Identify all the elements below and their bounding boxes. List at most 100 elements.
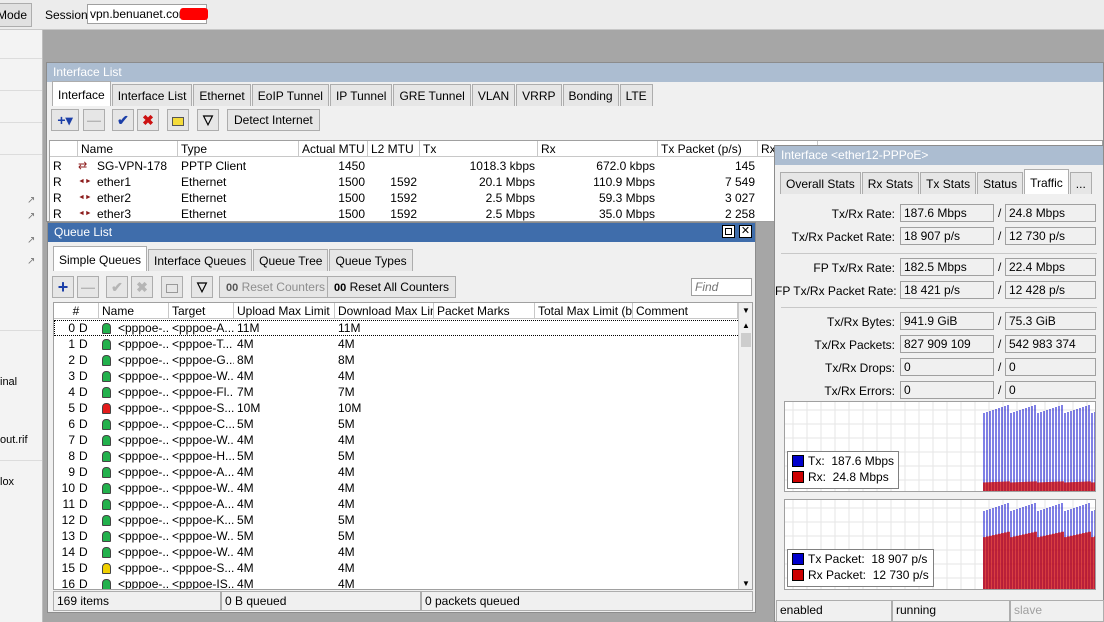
queue-column-header[interactable]: Target [169,303,234,319]
queue-column-header[interactable]: Total Max Limit (bi... [535,303,633,319]
add-queue-button[interactable]: + [52,276,74,298]
interface-list-tab[interactable]: VRRP [516,84,562,106]
menu-item-checkout[interactable]: out.rif [0,434,42,446]
upload-max-limit: 7M [237,385,254,399]
interface-list-tab[interactable]: GRE Tunnel [393,84,471,106]
queue-list-tab[interactable]: Simple Queues [53,246,148,271]
interface-detail-tab[interactable]: Status [977,172,1024,194]
remove-button[interactable]: — [83,109,105,131]
queue-row[interactable]: 13 D <pppoe-... <pppoe-W... 5M 5M [54,528,740,544]
queue-list-tab[interactable]: Queue Types [329,249,413,271]
filter-queue-button[interactable]: ▽ [191,276,213,298]
tx-stat-value: 0 [900,358,994,376]
interface-list-tab[interactable]: Interface List [111,84,193,106]
close-icon[interactable]: ✕ [739,225,752,238]
tx-color-swatch [792,553,804,565]
queue-column-header[interactable]: Name [99,303,169,319]
flag-column-header[interactable] [50,141,78,157]
queue-number: 4 [68,385,75,399]
queue-row[interactable]: 1 D <pppoe-... <pppoe-T... 4M 4M [54,336,740,352]
queue-row[interactable]: 5 D <pppoe-... <pppoe-S... 10M 10M [54,400,740,416]
interface-detail-tab[interactable]: Rx Stats [861,172,920,194]
column-header[interactable]: Tx Packet (p/s) [658,141,758,157]
queue-row[interactable]: 0 D <pppoe-... <pppoe-A... 11M 11M [54,320,740,336]
interface-list-tab[interactable]: LTE [619,84,653,106]
menu-item-terminal[interactable]: inal [0,376,42,388]
queue-status-icon [102,371,111,382]
disable-queue-button[interactable]: ✖ [131,276,153,298]
find-input[interactable] [691,278,752,296]
tx-packet-legend-label: Tx Packet: [808,552,865,566]
queue-row[interactable]: 14 D <pppoe-... <pppoe-W... 4M 4M [54,544,740,560]
column-header[interactable]: Rx [538,141,658,157]
maximize-icon[interactable] [722,225,735,238]
actual-mtu: 1500 [338,207,365,221]
column-header[interactable]: Tx [420,141,538,157]
submenu-arrow-icon[interactable]: ↗ [27,211,37,222]
queue-row[interactable]: 7 D <pppoe-... <pppoe-W... 4M 4M [54,432,740,448]
detect-internet-button[interactable]: Detect Internet [227,109,320,131]
column-header[interactable]: L2 MTU [368,141,420,157]
queue-number: 11 [62,497,75,511]
interface-list-tab[interactable]: Ethernet [193,84,251,106]
add-button[interactable]: +▾ [51,109,79,131]
rx-rate: 35.0 Mbps [598,207,655,221]
queue-list-tab[interactable]: Queue Tree [253,249,329,271]
filter-button[interactable]: ▽ [197,109,219,131]
reset-all-counters-button[interactable]: 00 Reset All Counters [327,276,456,298]
rx-bar [1019,482,1022,491]
interface-detail-tab[interactable]: Tx Stats [920,172,977,194]
queue-row[interactable]: 8 D <pppoe-... <pppoe-H... 5M 5M [54,448,740,464]
vertical-scrollbar[interactable]: ▼ ▲ ▼ [738,303,752,589]
queue-column-header[interactable]: # [54,303,99,319]
queue-list-tab[interactable]: Interface Queues [148,249,253,271]
queue-row[interactable]: 3 D <pppoe-... <pppoe-W... 4M 4M [54,368,740,384]
queue-row[interactable]: 6 D <pppoe-... <pppoe-C... 5M 5M [54,416,740,432]
menu-item-winbox[interactable]: lox [0,476,42,488]
interface-list-tab[interactable]: Bonding [562,84,619,106]
remove-queue-button[interactable]: — [77,276,99,298]
interface-detail-tab[interactable]: Traffic [1024,169,1069,194]
scroll-down-icon[interactable]: ▼ [739,576,752,589]
submenu-arrow-icon[interactable]: ↗ [27,256,37,267]
rate-chart-legend: Tx: 187.6 Mbps Rx: 24.8 Mbps [787,451,900,489]
interface-detail-tab[interactable]: ... [1069,172,1092,194]
mode-button[interactable]: Mode [0,3,32,27]
queue-column-header[interactable]: Upload Max Limit [234,303,335,319]
queue-row[interactable]: 16 D <pppoe-... <pppoe-IS... 4M 4M [54,576,740,589]
column-header[interactable]: Type [178,141,299,157]
queue-column-header[interactable]: Comment [633,303,738,319]
queue-row[interactable]: 15 D <pppoe-... <pppoe-S... 4M 4M [54,560,740,576]
interface-list-tab[interactable]: IP Tunnel [329,84,393,106]
interface-detail-tab[interactable]: Overall Stats [780,172,861,194]
queue-name: <pppoe-... [118,337,169,351]
scroll-menu-icon[interactable]: ▼ [739,303,752,318]
queue-column-header[interactable]: Packet Marks [434,303,535,319]
interface-list-tab[interactable]: Interface [52,81,111,106]
comment-queue-button[interactable] [161,276,183,298]
comment-button[interactable] [167,109,189,131]
interface-list-tab[interactable]: EoIP Tunnel [251,84,329,106]
scrollbar-thumb[interactable] [741,333,751,347]
tx-stat-value: 941.9 GiB [900,312,994,330]
queue-row[interactable]: 9 D <pppoe-... <pppoe-A... 4M 4M [54,464,740,480]
queue-row[interactable]: 4 D <pppoe-... <pppoe-Fl... 7M 7M [54,384,740,400]
reset-counters-button[interactable]: 00 Reset Counters [219,276,332,298]
queue-name: <pppoe-... [118,321,169,335]
queue-row[interactable]: 11 D <pppoe-... <pppoe-A... 4M 4M [54,496,740,512]
column-header[interactable]: Actual MTU [299,141,368,157]
scroll-up-icon[interactable]: ▲ [739,318,752,333]
enabled-status: enabled [776,600,892,622]
enable-queue-button[interactable]: ✔ [106,276,128,298]
submenu-arrow-icon[interactable]: ↗ [27,235,37,246]
queue-row[interactable]: 12 D <pppoe-... <pppoe-K... 5M 5M [54,512,740,528]
queue-row[interactable]: 10 D <pppoe-... <pppoe-W... 4M 4M [54,480,740,496]
queue-row[interactable]: 2 D <pppoe-... <pppoe-G... 8M 8M [54,352,740,368]
enable-button[interactable]: ✔ [112,109,134,131]
submenu-arrow-icon[interactable]: ↗ [27,195,37,206]
column-header[interactable]: Name [78,141,178,157]
interface-list-tab[interactable]: VLAN [471,84,516,106]
tx-rate: 2.5 Mbps [485,191,535,205]
queue-column-header[interactable]: Download Max Limit [335,303,434,319]
disable-button[interactable]: ✖ [137,109,159,131]
